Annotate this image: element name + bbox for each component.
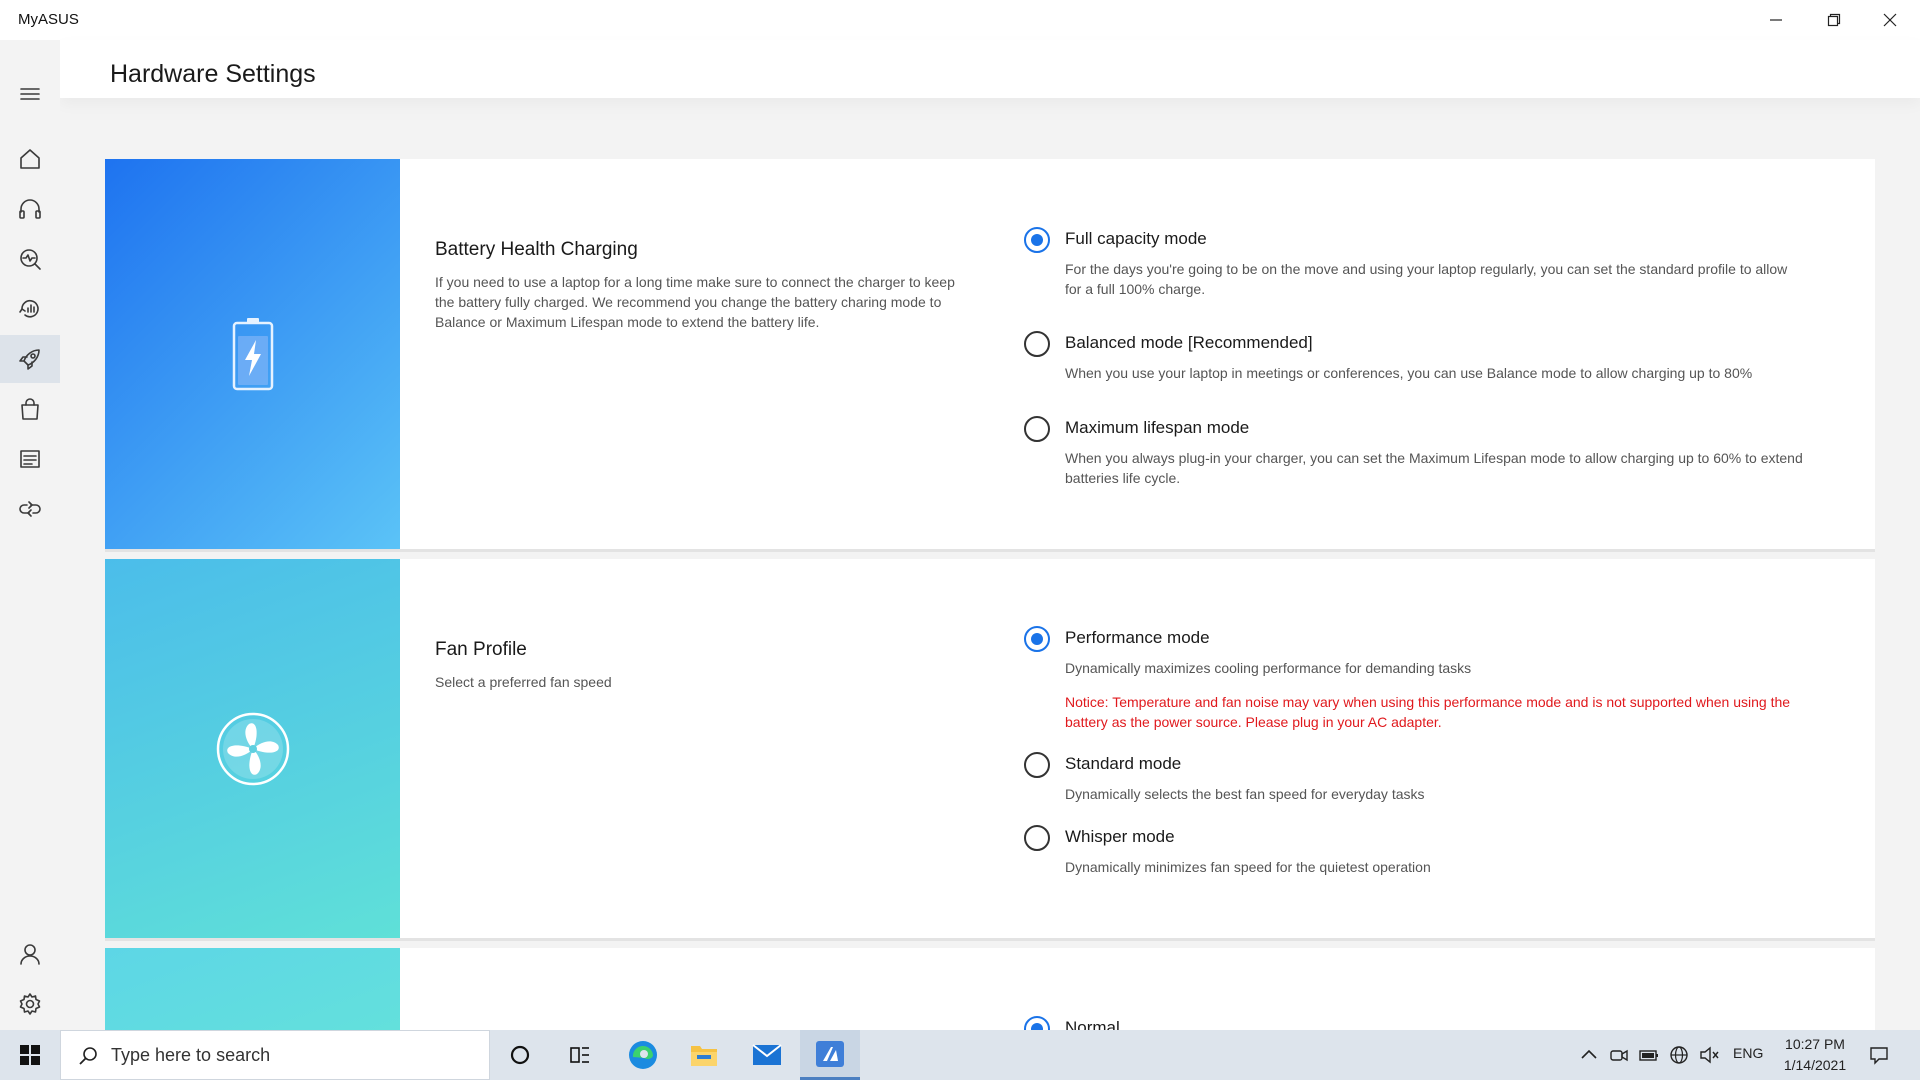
battery-health-card: Battery Health Charging If you need to u… bbox=[105, 159, 1875, 552]
restore-icon bbox=[1827, 13, 1841, 27]
mail-icon bbox=[752, 1044, 782, 1065]
minimize-button[interactable] bbox=[1748, 0, 1804, 40]
page-title: Hardware Settings bbox=[110, 60, 316, 88]
cortana-icon bbox=[510, 1045, 530, 1065]
system-analysis-icon bbox=[19, 299, 39, 318]
sidebar-item-diagnosis[interactable] bbox=[0, 235, 60, 283]
rocket-icon bbox=[19, 349, 40, 370]
sidebar-item-store[interactable] bbox=[0, 385, 60, 433]
shopping-bag-icon bbox=[21, 398, 39, 420]
chevron-up-icon[interactable] bbox=[1578, 1044, 1600, 1066]
battery-banner bbox=[105, 159, 400, 549]
headset-icon bbox=[19, 199, 41, 219]
globe-icon[interactable] bbox=[1668, 1044, 1690, 1066]
user-icon bbox=[20, 944, 40, 965]
menu-button[interactable] bbox=[0, 70, 60, 118]
third-settings-card: Normal bbox=[105, 948, 1875, 1030]
app-title: MyASUS bbox=[18, 11, 79, 28]
option-label: Balanced mode [Recommended] bbox=[1065, 333, 1313, 352]
option-label: Maximum lifespan mode bbox=[1065, 418, 1250, 437]
battery-description: If you need to use a laptop for a long t… bbox=[435, 274, 955, 330]
sidebar-item-settings[interactable] bbox=[0, 980, 60, 1028]
task-view-icon bbox=[570, 1047, 589, 1063]
search-icon bbox=[79, 1047, 97, 1065]
option-normal[interactable]: Normal bbox=[1024, 1016, 1804, 1030]
option-description: Dynamically maximizes cooling performanc… bbox=[1065, 660, 1472, 676]
close-button[interactable] bbox=[1862, 0, 1918, 40]
mail-button[interactable] bbox=[737, 1030, 797, 1080]
whisper-radio[interactable] bbox=[1024, 825, 1050, 851]
diagnosis-icon bbox=[20, 249, 41, 270]
maximum-lifespan-radio[interactable] bbox=[1024, 416, 1050, 442]
option-label: Normal bbox=[1065, 1018, 1120, 1030]
battery-title: Battery Health Charging bbox=[435, 239, 638, 260]
fan-icon bbox=[216, 712, 289, 785]
meet-now-icon[interactable] bbox=[1608, 1044, 1630, 1066]
sidebar-item-hardware-settings[interactable] bbox=[0, 335, 60, 383]
sidebar bbox=[0, 40, 60, 1030]
option-label: Standard mode bbox=[1065, 754, 1182, 773]
article-icon bbox=[20, 450, 40, 468]
clock-date: 1/14/2021 bbox=[1783, 1057, 1847, 1073]
myasus-taskbar-button[interactable] bbox=[800, 1030, 860, 1080]
minimize-icon bbox=[1770, 19, 1782, 21]
fan-profile-card: Fan Profile Select a preferred fan speed… bbox=[105, 559, 1875, 941]
edge-button[interactable] bbox=[613, 1030, 673, 1080]
fan-description: Select a preferred fan speed bbox=[435, 674, 612, 690]
sidebar-item-analysis[interactable] bbox=[0, 285, 60, 333]
option-description: Dynamically selects the best fan speed f… bbox=[1065, 786, 1425, 802]
fan-banner bbox=[105, 559, 400, 938]
performance-radio[interactable] bbox=[1024, 626, 1050, 652]
sidebar-item-link[interactable] bbox=[0, 485, 60, 533]
sidebar-item-support[interactable] bbox=[0, 185, 60, 233]
clock-time: 10:27 PM bbox=[1785, 1036, 1845, 1052]
gear-icon bbox=[19, 993, 41, 1015]
windows-icon bbox=[20, 1045, 40, 1065]
search-placeholder: Type here to search bbox=[111, 1045, 271, 1065]
balanced-radio[interactable] bbox=[1024, 331, 1050, 357]
notifications-icon[interactable] bbox=[1868, 1044, 1890, 1066]
option-description: When you use your laptop in meetings or … bbox=[1065, 365, 1753, 381]
sidebar-item-articles[interactable] bbox=[0, 435, 60, 483]
option-label: Whisper mode bbox=[1065, 827, 1175, 846]
start-button[interactable] bbox=[0, 1030, 60, 1080]
fan-title: Fan Profile bbox=[435, 639, 527, 660]
sidebar-item-home[interactable] bbox=[0, 135, 60, 183]
myasus-icon bbox=[816, 1040, 844, 1067]
restore-button[interactable] bbox=[1806, 0, 1862, 40]
option-description: For the days you're going to be on the m… bbox=[1065, 261, 1788, 297]
normal-radio[interactable] bbox=[1024, 1016, 1050, 1030]
home-icon bbox=[20, 149, 40, 169]
performance-notice: Notice: Temperature and fan noise may va… bbox=[1065, 694, 1791, 730]
file-explorer-button[interactable] bbox=[674, 1030, 734, 1080]
task-view-button[interactable] bbox=[550, 1030, 610, 1080]
language-indicator[interactable]: ENG bbox=[1733, 1045, 1763, 1061]
cortana-button[interactable] bbox=[490, 1030, 550, 1080]
page-header: Hardware Settings bbox=[60, 40, 1920, 98]
third-banner bbox=[105, 948, 400, 1030]
taskbar: Type here to search ENG 10:27 PM 1/14/20… bbox=[0, 1030, 1920, 1080]
speaker-muted-icon[interactable] bbox=[1698, 1044, 1720, 1066]
taskbar-search-box[interactable]: Type here to search bbox=[60, 1030, 490, 1080]
option-label: Performance mode bbox=[1065, 628, 1210, 647]
standard-radio[interactable] bbox=[1024, 752, 1050, 778]
edge-icon bbox=[629, 1041, 657, 1069]
battery-charging-icon bbox=[232, 318, 273, 391]
sidebar-item-account[interactable] bbox=[0, 930, 60, 978]
folder-icon bbox=[691, 1046, 717, 1066]
option-description: Dynamically minimizes fan speed for the … bbox=[1065, 859, 1431, 875]
battery-icon[interactable] bbox=[1638, 1044, 1660, 1066]
close-icon bbox=[1883, 13, 1897, 27]
option-description: When you always plug-in your charger, yo… bbox=[1065, 450, 1803, 486]
full-capacity-radio[interactable] bbox=[1024, 227, 1050, 253]
hamburger-icon bbox=[20, 88, 40, 100]
title-bar: MyASUS bbox=[0, 0, 1920, 40]
option-label: Full capacity mode bbox=[1065, 229, 1207, 248]
link-icon bbox=[19, 501, 41, 517]
taskbar-clock[interactable]: 10:27 PM 1/14/2021 bbox=[1770, 1034, 1860, 1076]
